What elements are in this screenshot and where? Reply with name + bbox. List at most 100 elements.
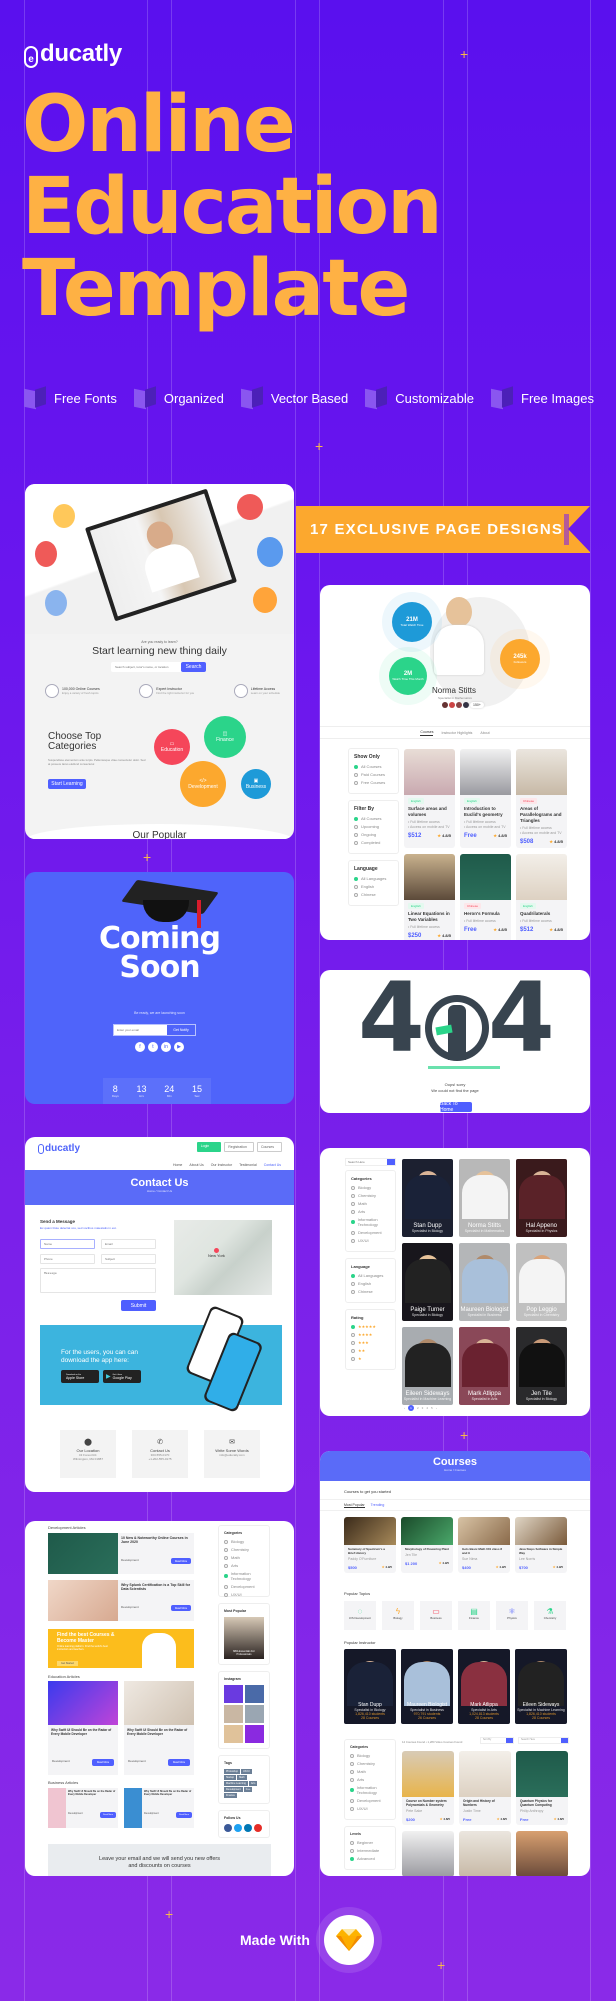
read-more-button[interactable]: Read More [171, 1605, 191, 1611]
course-card[interactable]: Chinese Heron's Formula • Full lifetime ac… [460, 854, 511, 940]
email-field[interactable] [101, 1239, 156, 1249]
article-card[interactable]: Why Swift UI Should Be on the Radar of E… [48, 1681, 118, 1775]
tag[interactable]: UX/UI [240, 1769, 252, 1774]
instructor-card[interactable]: Stan Dupp Specialist in Biology [402, 1159, 453, 1237]
filter-option[interactable]: Arts [351, 1209, 390, 1214]
filter-option[interactable]: Information Technology [350, 1785, 390, 1795]
course-card[interactable] [402, 1831, 454, 1876]
tag[interactable]: Machine Learning [224, 1781, 248, 1786]
read-more-button[interactable]: Read More [168, 1759, 190, 1766]
filter-option[interactable]: Free Courses [354, 780, 393, 785]
login-button[interactable]: Login [196, 1142, 222, 1152]
menu-testimonial[interactable]: Testimonial [239, 1163, 257, 1167]
page-button[interactable]: 3 [422, 1406, 424, 1410]
article-row[interactable]: Why Splunk Certification is a Top Skill … [48, 1580, 194, 1621]
filter-option[interactable]: Math [351, 1201, 390, 1206]
filter-option[interactable]: Ongoing [354, 832, 393, 837]
submit-button[interactable]: Submit [121, 1300, 156, 1311]
filter-option[interactable]: UX/UI [350, 1806, 390, 1811]
instructor-card[interactable]: Stan Dupp Specialist in Biology 1,826,410 … [344, 1649, 396, 1724]
filter-option[interactable]: Chemistry [350, 1761, 390, 1766]
menu-contact[interactable]: Contact Us [264, 1163, 281, 1167]
filter-option[interactable]: Development [224, 1584, 264, 1589]
instagram-photo[interactable] [224, 1705, 243, 1723]
filter-option[interactable]: UX/UI [224, 1592, 264, 1597]
apple-store-button[interactable]: Download on the Apple Store [61, 1370, 99, 1383]
topic-ios[interactable]: ◌ iOS Development [344, 1601, 376, 1630]
tag[interactable]: C++ [243, 1787, 253, 1792]
read-more-button[interactable]: Read More [171, 1558, 191, 1564]
filter-option[interactable]: Beginner [350, 1840, 390, 1845]
course-card[interactable]: Java Steps Software in Simple Way Lee Nor… [515, 1517, 567, 1573]
instructor-card[interactable]: Mark Atlippa Specialist in Arts [459, 1327, 510, 1405]
page-button[interactable]: 5 [431, 1406, 433, 1410]
tab-most-popular[interactable]: Most Popular [344, 1503, 365, 1508]
tab-courses[interactable]: Courses [420, 730, 434, 736]
home-search-input[interactable] [111, 665, 181, 669]
subject-field[interactable] [101, 1254, 156, 1264]
instructor-card[interactable]: Hal Appeno Specialist in Physics [516, 1159, 567, 1237]
filter-option[interactable]: Biology [350, 1753, 390, 1758]
courses-dropdown[interactable]: Courses [256, 1142, 282, 1152]
course-card[interactable] [459, 1831, 511, 1876]
next-page-icon[interactable]: › [436, 1406, 437, 1410]
instructor-card[interactable]: Paige Turner Specialist in Biology [402, 1243, 453, 1321]
read-more-button[interactable]: Read More [92, 1759, 114, 1766]
tag[interactable]: Arts [248, 1781, 258, 1786]
youtube-icon[interactable] [254, 1824, 262, 1832]
filter-option[interactable]: ★★★★ [351, 1332, 390, 1337]
course-card[interactable]: Summary of Spectrum's a Brief History Pad… [344, 1517, 396, 1573]
name-field[interactable] [40, 1239, 95, 1249]
filter-option[interactable]: ★★ [351, 1348, 390, 1353]
filter-option[interactable]: Intermediate [350, 1848, 390, 1853]
filter-option[interactable]: Arts [350, 1777, 390, 1782]
topic-chemistry[interactable]: ⚗ Chemistry [534, 1601, 566, 1630]
facebook-icon[interactable]: f [135, 1042, 145, 1052]
filter-option[interactable]: Math [350, 1769, 390, 1774]
filter-option[interactable]: Chinese [354, 892, 393, 897]
linkedin-icon[interactable] [244, 1824, 252, 1832]
filter-option[interactable]: Chemistry [224, 1547, 264, 1552]
tab-instructor-highlights[interactable]: Instructor Highlights [441, 731, 472, 735]
tab-trending[interactable]: Trending [371, 1503, 385, 1507]
instructor-card[interactable]: Pop Leggio Specialist in Chemistry [516, 1243, 567, 1321]
home-search-button[interactable]: Search [181, 662, 206, 672]
article-card[interactable]: Why Swift UI Should Be on the Radar of E… [124, 1681, 194, 1775]
filter-option[interactable]: Biology [351, 1185, 390, 1190]
course-card[interactable]: English Introduction to Euclid's geometry… [460, 749, 511, 848]
filter-option[interactable]: All Courses [354, 816, 393, 821]
page-button[interactable]: 1 [408, 1405, 414, 1411]
filter-option[interactable]: Chemistry [351, 1193, 390, 1198]
filter-option[interactable]: Information Technology [224, 1571, 264, 1581]
tag[interactable]: Photoshop [224, 1769, 240, 1774]
instagram-photo[interactable] [245, 1725, 264, 1743]
linkedin-icon[interactable]: in [161, 1042, 171, 1052]
menu-home[interactable]: Home [173, 1163, 182, 1167]
filter-option[interactable]: English [354, 884, 393, 889]
instructor-card[interactable]: Maureen Biologist Specialist in Business 9… [401, 1649, 453, 1724]
instructor-card[interactable]: Norma Stitts Specialist in Mathematics [459, 1159, 510, 1237]
filter-option[interactable]: All Languages [351, 1273, 390, 1278]
page-button[interactable]: 4 [426, 1406, 428, 1410]
instructor-card[interactable]: Mark Atlippa Specialist in Arts 1,024,813 … [458, 1649, 510, 1724]
filter-option[interactable]: All Languages [354, 876, 393, 881]
get-notify-button[interactable]: Get Notify [167, 1025, 195, 1035]
tag[interactable]: Startup [224, 1775, 237, 1780]
course-card[interactable]: Course on Number system Polynomials & Ge… [402, 1751, 454, 1825]
instructor-card[interactable]: Jen Tile Specialist in Biology [516, 1327, 567, 1405]
instagram-photo[interactable] [224, 1725, 243, 1743]
article-row[interactable]: 10 New & Noteworthy Online Courses in Ju… [48, 1533, 194, 1574]
sort-select[interactable]: Sort By [480, 1737, 514, 1744]
course-card[interactable]: Quantum Physics for Quantum Computing Phi… [516, 1751, 568, 1825]
menu-about[interactable]: About Us [189, 1163, 203, 1167]
article-row[interactable]: Why Swift UI Should Be on the Radar of E… [124, 1788, 194, 1828]
map[interactable]: New York [174, 1220, 272, 1295]
topic-business[interactable]: ▭ Business [420, 1601, 452, 1630]
instagram-photo[interactable] [224, 1685, 243, 1703]
message-field[interactable] [40, 1268, 156, 1293]
phone-field[interactable] [40, 1254, 95, 1264]
filter-option[interactable]: Upcoming [354, 824, 393, 829]
filter-option[interactable]: ★ [351, 1356, 390, 1361]
filter-option[interactable]: Chinese [351, 1289, 390, 1294]
filter-option[interactable]: Development [351, 1230, 390, 1235]
